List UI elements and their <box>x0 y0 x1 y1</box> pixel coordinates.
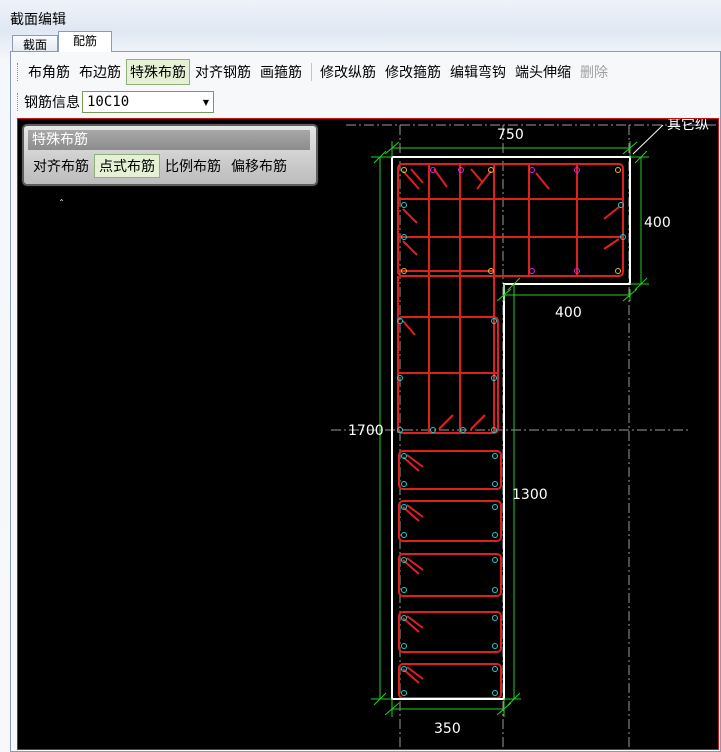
toolbar-grip[interactable] <box>17 93 20 111</box>
offset-place-button[interactable]: 偏移布筋 <box>226 154 292 178</box>
modify-longitudinal-button[interactable]: 修改纵筋 <box>316 59 380 85</box>
dim-lower-height: 1300 <box>512 487 548 503</box>
align-rebar-button[interactable]: 对齐钢筋 <box>191 59 255 85</box>
window-title: 截面编辑 <box>10 12 66 28</box>
tab-reinforcement[interactable]: 配筋 <box>58 31 112 52</box>
end-extension-button[interactable]: 端头伸缩 <box>511 59 575 85</box>
special-rebar-buttons: 对齐布筋 点式布筋 比例布筋 偏移布筋 <box>28 154 292 178</box>
rebar-points <box>397 167 626 696</box>
rebar-info-select[interactable]: 10C10 ▼ <box>82 91 214 113</box>
dim-bottom-width: 350 <box>434 721 461 737</box>
chevron-down-icon[interactable]: ▼ <box>203 98 209 107</box>
stirrup-hooks <box>402 168 620 684</box>
modify-stirrup-button[interactable]: 修改箍筋 <box>381 59 445 85</box>
dimension-lines <box>371 141 649 717</box>
corner-note-text: 其它纵 <box>667 119 709 133</box>
corner-rebar-button[interactable]: 布角筋 <box>24 59 74 85</box>
section-outline <box>391 156 631 700</box>
tab-section[interactable]: 截面 <box>12 35 58 52</box>
rebar-toolbar: 布角筋 布边筋 特殊布筋 对齐钢筋 画箍筋 修改纵筋 修改箍筋 编辑弯钩 端头伸… <box>11 58 613 86</box>
toolbar-separator <box>311 63 312 81</box>
point-place-button[interactable]: 点式布筋 <box>94 154 160 178</box>
align-place-button[interactable]: 对齐布筋 <box>28 154 94 178</box>
edge-rebar-button[interactable]: 布边筋 <box>75 59 125 85</box>
rebar-info-label: 钢筋信息 <box>24 95 80 111</box>
special-rebar-panel: 特殊布筋 对齐布筋 点式布筋 比例布筋 偏移布筋 <box>22 124 318 186</box>
ratio-place-button[interactable]: 比例布筋 <box>160 154 226 178</box>
dim-right-height: 400 <box>644 215 671 231</box>
stirrups <box>397 163 624 699</box>
dim-total-height: 1700 <box>348 423 384 439</box>
dim-step-width: 400 <box>555 305 582 321</box>
cursor-mark: ˆ <box>59 198 64 210</box>
edit-hook-button[interactable]: 编辑弯钩 <box>446 59 510 85</box>
section-drawing[interactable]: 其它纵 750 400 400 1700 1300 350 ˆ <box>18 119 719 750</box>
section-editor-window: 截面编辑 截面 配筋 布角筋 布边筋 特殊布筋 对齐钢筋 画箍筋 修改纵筋 修改… <box>0 0 721 752</box>
toolbar-grip[interactable] <box>17 63 20 81</box>
draw-stirrup-button[interactable]: 画箍筋 <box>256 59 306 85</box>
delete-button[interactable]: 删除 <box>576 59 612 85</box>
drawing-canvas[interactable]: 其它纵 750 400 400 1700 1300 350 ˆ <box>17 118 719 750</box>
special-rebar-panel-title[interactable]: 特殊布筋 <box>28 130 310 150</box>
special-rebar-button[interactable]: 特殊布筋 <box>126 59 190 85</box>
dim-top-width: 750 <box>497 127 524 143</box>
rebar-info-toolbar: 钢筋信息 10C10 ▼ <box>11 88 214 116</box>
rebar-info-value: 10C10 <box>87 94 130 110</box>
leader-line <box>632 124 664 155</box>
